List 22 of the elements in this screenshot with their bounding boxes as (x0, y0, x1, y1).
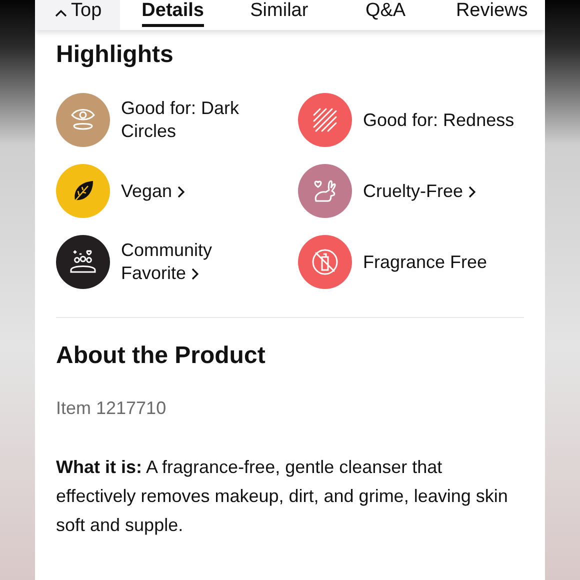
chevron-icon (191, 268, 200, 280)
stripes-icon (312, 107, 338, 133)
people-icon (68, 248, 98, 276)
section-heading: Highlights (56, 41, 174, 69)
highlight-link[interactable]: Community Favorite (121, 239, 261, 285)
highlight-label: Good for: Dark Circles (121, 97, 240, 143)
no-fragrance-icon (310, 247, 340, 277)
caret-up-icon (55, 9, 67, 17)
item-number: Item 1217710 (56, 398, 168, 419)
highlight-link[interactable]: Cruelty-Free (363, 180, 476, 202)
product-description: What it is: A fragrance-free, gentle cleanser that effectively removes makeup, dirt, and grime, leaving skin soft and supple. (56, 456, 509, 537)
chevron-icon (177, 186, 186, 198)
tab[interactable]: Reviews (438, 0, 546, 30)
section-heading: About the Product (56, 342, 266, 370)
highlight-link[interactable]: Vegan (121, 180, 186, 202)
chevron-icon (468, 186, 476, 198)
tab[interactable]: Similar (226, 0, 332, 30)
tab[interactable]: Q&A (332, 0, 439, 30)
back-to-top-button[interactable]: Top (35, 0, 120, 30)
highlight-label: Fragrance Free (363, 250, 488, 274)
tab[interactable]: Details (120, 0, 226, 30)
highlight-label: Good for: Redness (363, 108, 514, 132)
